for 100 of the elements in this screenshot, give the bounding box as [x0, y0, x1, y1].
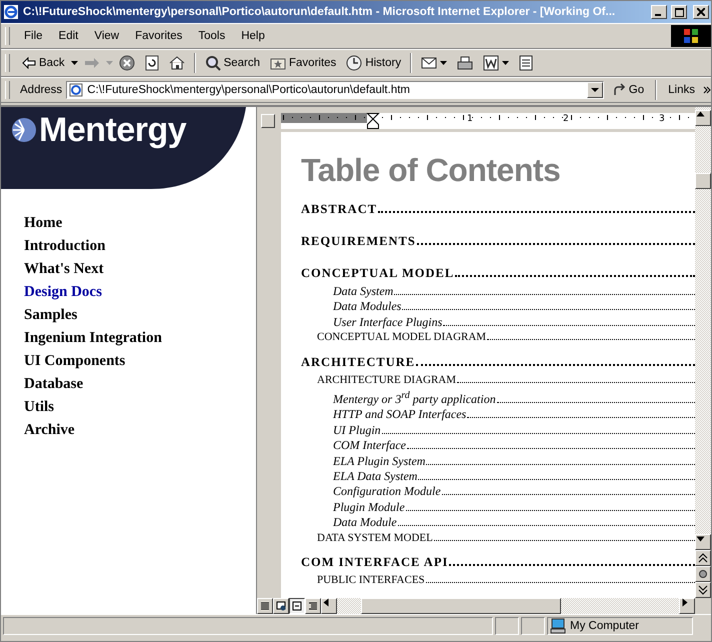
- next-page-button[interactable]: [695, 582, 711, 598]
- globe-icon: [11, 117, 37, 143]
- maximize-button[interactable]: [671, 5, 687, 19]
- forward-arrow-icon: [84, 57, 100, 69]
- chevron-icon: [703, 86, 711, 94]
- clock-icon: [346, 55, 362, 71]
- toc-entry[interactable]: UI Plugin: [333, 422, 381, 438]
- document-title: Table of Contents: [301, 152, 562, 189]
- toc-entry[interactable]: DATA SYSTEM MODEL: [317, 530, 433, 546]
- search-icon: [204, 55, 221, 71]
- history-button[interactable]: History: [342, 53, 406, 73]
- toc-entry[interactable]: CONCEPTUAL MODEL: [301, 265, 454, 282]
- dropdown-button[interactable]: [586, 82, 603, 98]
- toc-entry[interactable]: Data Module: [333, 515, 397, 531]
- previous-page-button[interactable]: [695, 550, 711, 566]
- close-button[interactable]: [693, 5, 709, 19]
- nav-link[interactable]: UI Components: [24, 350, 126, 373]
- toc-entry[interactable]: ELA Data System: [333, 469, 418, 484]
- scroll-down-button[interactable]: [695, 534, 711, 550]
- menu-item[interactable]: Favorites: [127, 28, 190, 44]
- windows-logo-icon: [671, 25, 711, 47]
- toc-entry[interactable]: COM Interface: [333, 438, 406, 454]
- stop-icon: [118, 55, 135, 71]
- home-icon: [168, 55, 185, 71]
- nav-link[interactable]: Utils: [24, 396, 54, 419]
- scroll-left-button[interactable]: [321, 598, 337, 614]
- nav-link[interactable]: Ingenium Integration: [24, 327, 162, 350]
- toc-entry[interactable]: Mentergy or 3$^{rd}$ party application: [333, 388, 496, 408]
- toc-entry[interactable]: ARCHITECTURE: [301, 354, 416, 371]
- scroll-up-button[interactable]: [695, 110, 711, 126]
- toc-entry[interactable]: Data System: [333, 284, 394, 300]
- print-view-button[interactable]: [289, 598, 305, 614]
- lines-icon: [260, 601, 270, 611]
- address-field[interactable]: C:\!FutureShock\mentergy\personal\Portico\autorun\default.htm: [66, 81, 604, 99]
- minimize-button[interactable]: [651, 5, 667, 19]
- search-button[interactable]: Search: [200, 53, 264, 73]
- ruler-number: 1: [467, 114, 473, 124]
- toc-entry[interactable]: ARCHITECTURE DIAGRAM: [317, 372, 456, 388]
- computer-icon: [550, 618, 566, 634]
- address-label: Address: [20, 84, 62, 96]
- tab-selector[interactable]: [261, 114, 275, 128]
- horizontal-scrollbar[interactable]: [321, 598, 695, 614]
- nav-link[interactable]: Home: [24, 212, 62, 235]
- notepad-icon: [519, 55, 534, 71]
- document-edit-icon: [483, 55, 500, 71]
- toc-entry[interactable]: Plugin Module: [333, 500, 405, 516]
- logo-text: Mentergy: [39, 111, 186, 150]
- arrow-icon: [324, 598, 328, 606]
- vertical-scrollbar[interactable]: [695, 107, 711, 598]
- back-arrow-icon: [22, 57, 36, 69]
- menu-item[interactable]: Help: [233, 28, 273, 44]
- back-button[interactable]: Back: [18, 55, 69, 71]
- toc-entry[interactable]: COM INTERFACE API: [301, 554, 448, 572]
- nav-link[interactable]: Archive: [24, 419, 75, 442]
- star-folder-icon: [270, 56, 286, 70]
- web-view-button[interactable]: [273, 598, 289, 614]
- favorites-button[interactable]: Favorites: [266, 54, 340, 72]
- arrow-icon: [696, 536, 704, 542]
- nav-link[interactable]: Samples: [24, 304, 78, 327]
- outline-view-button[interactable]: [305, 598, 321, 614]
- scroll-right-button[interactable]: [679, 598, 695, 614]
- ruler-number: 2: [563, 114, 569, 124]
- caret-icon: [590, 88, 599, 92]
- circle-icon: [698, 569, 708, 579]
- printer-icon: [457, 56, 474, 70]
- maximize-icon: [674, 8, 684, 16]
- ie-icon: [3, 4, 19, 20]
- double-up-icon: [698, 553, 708, 563]
- menu-item[interactable]: File: [16, 28, 51, 44]
- browse-object-button[interactable]: [695, 566, 711, 582]
- toc-entry[interactable]: HTTP and SOAP Interfaces: [333, 407, 466, 423]
- window-title: C:\!FutureShock\mentergy\personal\Portico\autorun\default.htm - Microsoft Internet Explorer - [Working Of...: [23, 6, 616, 18]
- nav-link[interactable]: Design Docs: [24, 281, 102, 304]
- normal-view-button[interactable]: [257, 598, 273, 614]
- toc-entry[interactable]: User Interface Plugins: [333, 314, 442, 330]
- caret-icon: [440, 61, 448, 65]
- toc-entry[interactable]: CONCEPTUAL MODEL DIAGRAM: [317, 330, 486, 346]
- nav-link[interactable]: Introduction: [24, 235, 106, 258]
- toc-entry[interactable]: REQUIREMENTS: [301, 233, 416, 250]
- toc-entry[interactable]: Data Modules: [333, 299, 402, 315]
- double-down-icon: [698, 585, 708, 595]
- menu-item[interactable]: View: [86, 28, 128, 44]
- nav-link[interactable]: What's Next: [24, 258, 104, 281]
- scroll-thumb[interactable]: [695, 173, 711, 189]
- page-icon: [292, 601, 302, 611]
- go-button[interactable]: Go: [608, 81, 648, 99]
- menu-item[interactable]: Tools: [190, 28, 234, 44]
- scroll-thumb[interactable]: [361, 598, 561, 614]
- toc-entry[interactable]: ABSTRACT: [301, 201, 378, 218]
- menu-item[interactable]: Edit: [50, 28, 86, 44]
- nav-link[interactable]: Database: [24, 373, 84, 396]
- toc-entry[interactable]: Configuration Module: [333, 484, 441, 500]
- status-panel: [495, 617, 519, 635]
- toc-entry[interactable]: ELA Plugin System: [333, 454, 426, 470]
- status-panel: [521, 617, 545, 635]
- caret-icon: [106, 61, 113, 65]
- indent-marker[interactable]: [366, 113, 380, 129]
- toc-entry[interactable]: PUBLIC INTERFACES: [317, 573, 425, 588]
- page-icon: [69, 83, 84, 97]
- links-button[interactable]: Links: [664, 82, 699, 98]
